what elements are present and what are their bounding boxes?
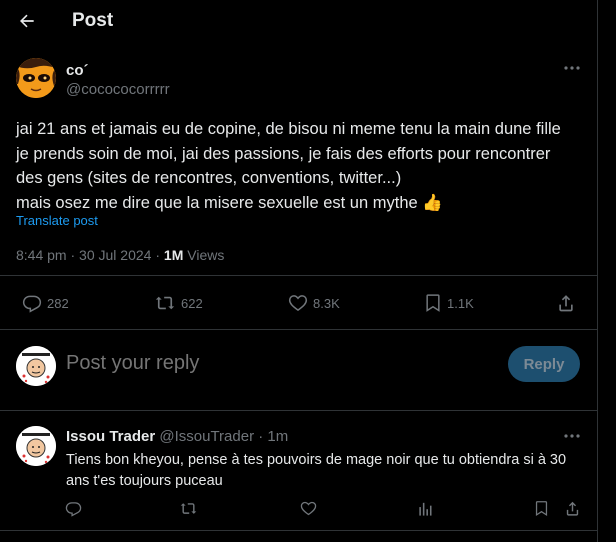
post-page: Post co´ @cocococorrrrr jai 21 ans et ja… bbox=[0, 0, 598, 542]
reply-time[interactable]: 1m bbox=[267, 428, 288, 445]
bookmark-action-button[interactable] bbox=[534, 500, 549, 517]
share-action-button[interactable] bbox=[556, 292, 576, 314]
tweet-date[interactable]: 30 Jul 2024 bbox=[79, 247, 151, 263]
reply-input[interactable] bbox=[66, 352, 486, 375]
more-options-button[interactable] bbox=[560, 426, 584, 446]
divider bbox=[0, 410, 598, 411]
user-avatar-icon bbox=[16, 346, 56, 386]
avatar[interactable] bbox=[16, 346, 56, 386]
reply-icon bbox=[65, 502, 82, 517]
reply-text-line: ans t'es toujours puceau bbox=[66, 473, 223, 489]
meta-separator: · bbox=[258, 428, 264, 445]
bookmark-action-button[interactable]: 1.1K bbox=[424, 292, 474, 314]
share-icon bbox=[559, 295, 573, 312]
views-count: 1M bbox=[163, 247, 184, 263]
author-handle[interactable]: @cocococorrrrr bbox=[66, 81, 170, 98]
bookmark-icon bbox=[535, 501, 548, 517]
heart-icon bbox=[300, 501, 317, 516]
divider bbox=[0, 275, 598, 276]
like-count: 8.3K bbox=[313, 295, 340, 311]
repost-icon bbox=[180, 503, 197, 514]
meta-separator: · bbox=[70, 247, 76, 263]
like-action-button[interactable] bbox=[300, 500, 317, 517]
tweet-time[interactable]: 8:44 pm bbox=[16, 247, 67, 263]
reply-icon bbox=[22, 295, 42, 313]
reply-header: Issou Trader @IssouTrader · 1m bbox=[66, 428, 288, 445]
reply-author-name[interactable]: Issou Trader bbox=[66, 428, 155, 445]
reply-action-button[interactable]: 282 bbox=[22, 292, 69, 314]
repost-action-button[interactable]: 622 bbox=[154, 292, 203, 314]
tweet-text-line: je prends soin de moi, jai des passions,… bbox=[16, 144, 551, 163]
analytics-icon bbox=[419, 502, 432, 516]
reply-count: 282 bbox=[47, 295, 69, 311]
repost-count: 622 bbox=[181, 295, 203, 311]
tweet-text-line: jai 21 ans et jamais eu de copine, de bi… bbox=[16, 120, 561, 138]
more-options-button[interactable] bbox=[560, 58, 584, 78]
bookmark-count: 1.1K bbox=[447, 295, 474, 311]
share-icon bbox=[566, 501, 579, 516]
arrow-left-icon bbox=[20, 14, 34, 28]
page-header: Post bbox=[0, 0, 598, 42]
divider bbox=[0, 530, 598, 531]
heart-icon bbox=[288, 295, 308, 312]
avatar[interactable] bbox=[16, 58, 56, 98]
repost-icon bbox=[155, 296, 175, 310]
translate-post-link[interactable]: Translate post bbox=[16, 213, 98, 228]
divider bbox=[0, 329, 598, 330]
reply-text-line: Tiens bon kheyou, pense à tes pouvoirs d… bbox=[66, 452, 567, 468]
author-name[interactable]: co´ bbox=[66, 62, 89, 79]
reply-action-bar bbox=[0, 497, 598, 523]
share-action-button[interactable] bbox=[564, 500, 581, 517]
tweet-text-line: mais osez me dire que la misere sexuelle… bbox=[16, 191, 586, 216]
repost-action-button[interactable] bbox=[179, 500, 198, 517]
tweet-text-line: des gens (sites de rencontres, conventio… bbox=[16, 169, 402, 187]
more-horizontal-icon bbox=[564, 66, 580, 70]
back-button[interactable] bbox=[14, 8, 40, 34]
thumbs-up-emoji: 👍 bbox=[422, 193, 443, 212]
avatar[interactable] bbox=[16, 426, 56, 466]
views-label: Views bbox=[187, 247, 225, 263]
anime-face-avatar-icon bbox=[16, 58, 56, 98]
reply-author-handle[interactable]: @IssouTrader bbox=[159, 428, 254, 445]
more-horizontal-icon bbox=[564, 434, 580, 438]
views-analytics-button[interactable] bbox=[417, 500, 433, 517]
tweet-text-line-content: mais osez me dire que la misere sexuelle… bbox=[16, 193, 418, 212]
reply-text: Tiens bon kheyou, pense à tes pouvoirs d… bbox=[66, 450, 586, 492]
like-action-button[interactable]: 8.3K bbox=[288, 292, 340, 314]
bookmark-icon bbox=[426, 294, 440, 312]
meta-separator: · bbox=[155, 247, 161, 263]
page-title: Post bbox=[72, 10, 114, 31]
tweet-action-bar: 282 622 8.3K 1.1K bbox=[0, 284, 598, 324]
user-avatar-icon bbox=[16, 426, 56, 466]
reply-action-button[interactable] bbox=[65, 500, 82, 517]
tweet-meta: 8:44 pm · 30 Jul 2024 · 1M Views bbox=[16, 247, 224, 263]
tweet-text: jai 21 ans et jamais eu de copine, de bi… bbox=[16, 117, 586, 215]
reply-button[interactable]: Reply bbox=[508, 346, 580, 382]
